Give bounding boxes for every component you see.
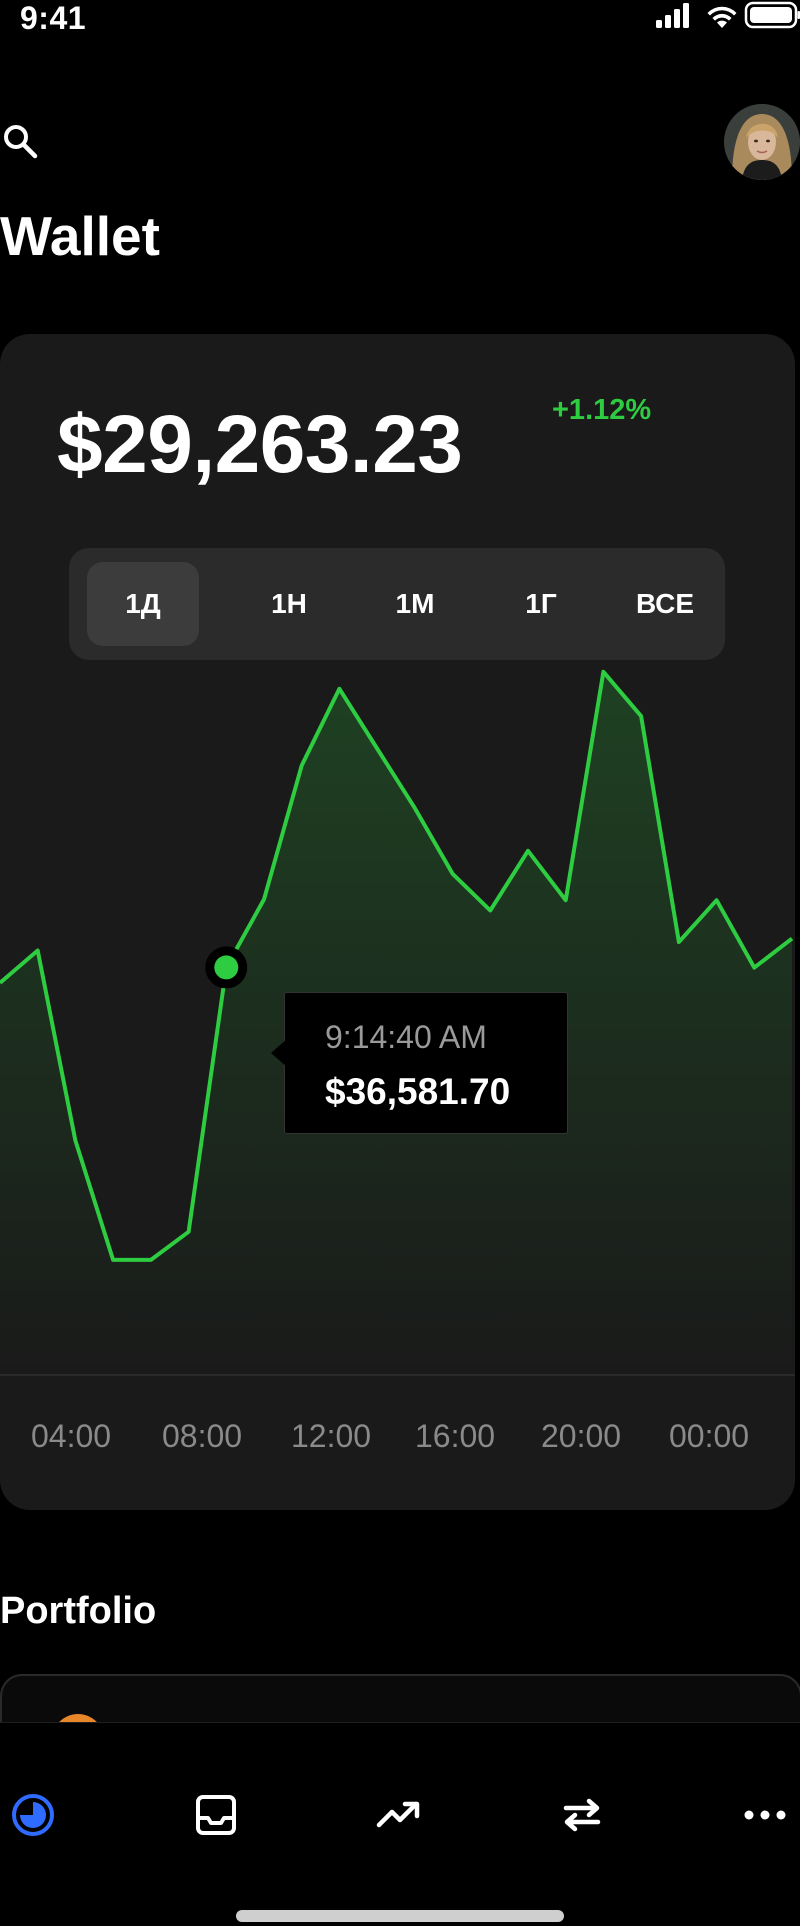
x-tick-label: 00:00 [669,1418,749,1455]
portfolio-pie-icon [9,1791,57,1839]
tab-inbox[interactable] [186,1785,246,1845]
status-bar: 9:41 [0,0,800,40]
battery-icon [746,3,800,27]
x-tick-label: 08:00 [162,1418,242,1455]
balance-amount: $29,263.23 [57,398,462,492]
tab-markets[interactable] [369,1785,429,1845]
home-indicator [236,1910,564,1922]
chart-selected-point[interactable] [214,955,238,979]
chart-tooltip: 9:14:40 AM $36,581.70 [284,992,568,1134]
x-tick-label: 04:00 [31,1418,111,1455]
avatar[interactable] [724,104,800,180]
page-title: Wallet [0,204,160,268]
balance-change: +1.12% [552,394,651,427]
tooltip-arrow [271,1039,287,1067]
x-tick-label: 16:00 [415,1418,495,1455]
portfolio-title: Portfolio [0,1590,156,1633]
tab-portfolio[interactable] [3,1785,63,1845]
price-chart[interactable] [0,480,795,1375]
tab-more[interactable] [735,1785,795,1845]
x-tick-label: 12:00 [291,1418,371,1455]
status-icons [650,0,800,34]
avatar-image [724,104,800,180]
tab-bar [0,1722,800,1926]
status-time: 9:41 [20,0,86,37]
signal-icon [656,3,689,28]
chart-baseline [0,1374,795,1376]
search-button[interactable] [0,120,44,164]
tooltip-value: $36,581.70 [325,1071,510,1113]
x-tick-label: 20:00 [541,1418,621,1455]
search-icon [0,120,44,164]
tooltip-time: 9:14:40 AM [325,1019,487,1056]
wifi-icon [708,7,737,28]
more-icon [741,1791,789,1839]
inbox-icon [193,1792,239,1838]
swap-icon [558,1791,606,1839]
trending-icon [375,1791,423,1839]
tab-swap[interactable] [552,1785,612,1845]
